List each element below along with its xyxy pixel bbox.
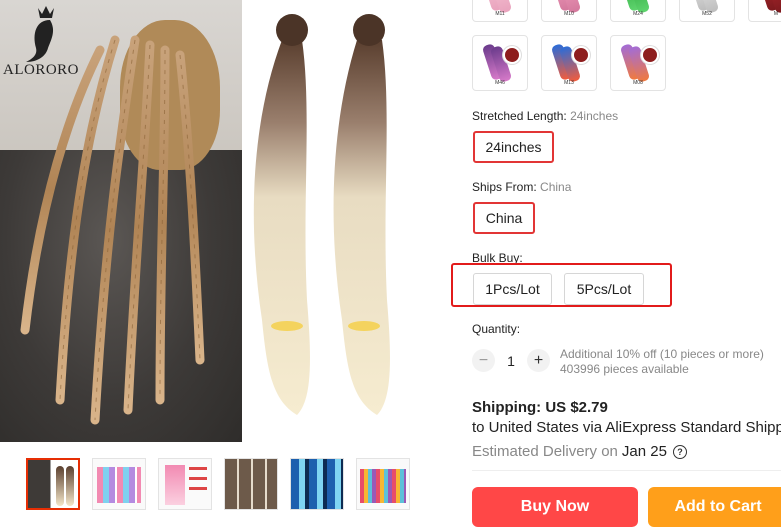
- ships-from-value: China: [540, 180, 572, 194]
- delivery-date: Jan 25: [621, 443, 667, 460]
- buy-now-button[interactable]: Buy Now: [472, 487, 638, 527]
- swatch-code: M24: [633, 11, 643, 17]
- color-swatch-row: M46 M13 M08: [472, 35, 666, 91]
- bulk-buy-highlight-box: [451, 263, 672, 307]
- swatch-tag-icon: [641, 46, 659, 64]
- swatch-code: M46: [495, 80, 505, 86]
- estimated-delivery: Estimated Delivery on Jan 25 ?: [472, 443, 687, 460]
- color-swatch-1[interactable]: M13: [541, 35, 597, 91]
- divider: [472, 470, 781, 471]
- product-options-panel: M11 M10 M24 M52 M M46 M13 M08 Stretched Length…: [472, 0, 781, 527]
- quantity-value[interactable]: 1: [495, 353, 527, 369]
- quantity-decrease-button[interactable]: −: [472, 349, 495, 372]
- quantity-label: Quantity:: [472, 322, 521, 336]
- crown-silhouette-icon: [26, 6, 54, 62]
- color-swatch-top-1[interactable]: M10: [541, 0, 597, 22]
- stock-available: 403996 pieces available: [560, 362, 689, 376]
- shipping-method[interactable]: to United States via AliExpress Standard…: [472, 419, 781, 436]
- color-swatch-row-top: M11 M10 M24 M52 M: [472, 0, 781, 22]
- help-icon[interactable]: ?: [672, 444, 687, 459]
- thumbnail-features[interactable]: [158, 458, 212, 510]
- swatch-tag-icon: [572, 46, 590, 64]
- quantity-stepper: − 1 +: [472, 349, 550, 372]
- color-swatch-top-3[interactable]: M52: [679, 0, 735, 22]
- stretched-length-label: Stretched Length: 24inches: [472, 109, 619, 123]
- swatch-tag-icon: [503, 46, 521, 64]
- thumbnail-styles[interactable]: [224, 458, 278, 510]
- swatch-code: M08: [633, 80, 643, 86]
- stretched-length-value: 24inches: [570, 109, 619, 123]
- product-gallery: ALORORO: [0, 0, 450, 519]
- swatch-code: M52: [702, 11, 712, 17]
- ships-from-label: Ships From: China: [472, 180, 572, 194]
- color-swatch-2[interactable]: M08: [610, 35, 666, 91]
- option-ships-from-china[interactable]: China: [473, 202, 535, 234]
- color-swatch-top-0[interactable]: M11: [472, 0, 528, 22]
- add-to-cart-button[interactable]: Add to Cart: [648, 487, 781, 527]
- color-swatch-top-4[interactable]: M: [748, 0, 781, 22]
- thumbnail-colors-chart[interactable]: [92, 458, 146, 510]
- thumbnail-color-palette[interactable]: [356, 458, 410, 510]
- delivery-label: Estimated Delivery on: [472, 443, 618, 460]
- option-length-24inches[interactable]: 24inches: [473, 131, 554, 163]
- swatch-code: M: [773, 11, 779, 17]
- swatch-code: M10: [564, 11, 574, 17]
- brand-logo: ALORORO: [0, 0, 100, 90]
- quantity-increase-button[interactable]: +: [527, 349, 550, 372]
- ombre-braids-illustration: [253, 14, 390, 415]
- secondary-product-photo[interactable]: [242, 0, 442, 442]
- swatch-code: M13: [564, 80, 574, 86]
- thumbnail-blue-braids[interactable]: [290, 458, 344, 510]
- color-swatch-top-2[interactable]: M24: [610, 0, 666, 22]
- main-product-photo[interactable]: ALORORO: [0, 0, 242, 442]
- thumbnail-strip: [26, 458, 410, 510]
- brand-logo-text: ALORORO: [3, 62, 80, 78]
- discount-note: Additional 10% off (10 pieces or more): [560, 347, 764, 361]
- thumbnail-main[interactable]: [26, 458, 80, 510]
- shipping-cost: Shipping: US $2.79: [472, 399, 608, 416]
- color-swatch-0[interactable]: M46: [472, 35, 528, 91]
- swatch-code: M11: [495, 11, 505, 17]
- quantity-note: Additional 10% off (10 pieces or more) 4…: [560, 347, 781, 377]
